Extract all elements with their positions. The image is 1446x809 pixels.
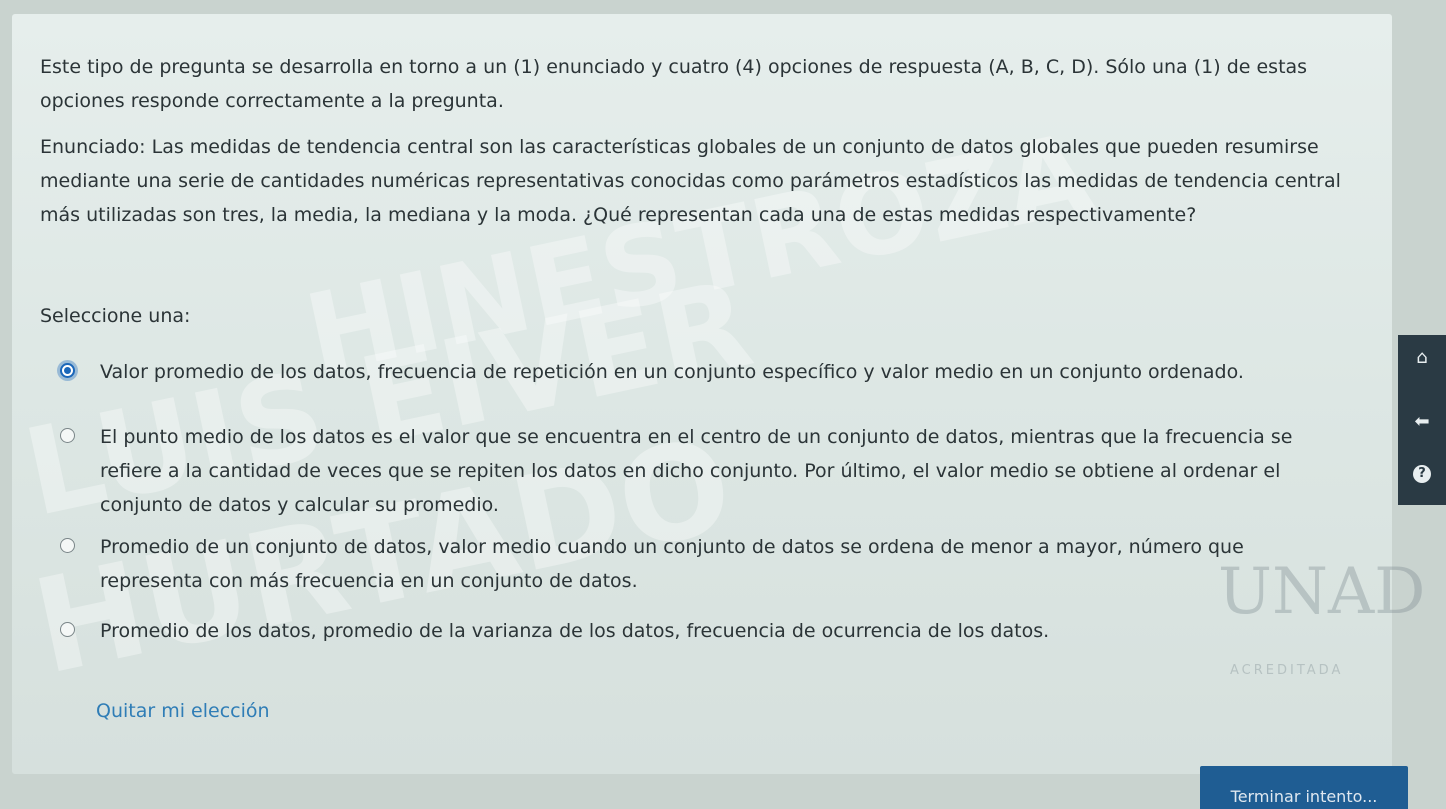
answer-option-label[interactable]: Promedio de los datos, promedio de la va… [100, 614, 1350, 648]
home-icon[interactable]: ⌂ [1398, 347, 1446, 368]
answer-option-label[interactable]: El punto medio de los datos es el valor … [100, 420, 1350, 522]
answer-option-label[interactable]: Valor promedio de los datos, frecuencia … [100, 355, 1350, 389]
question-statement: Enunciado: Las medidas de tendencia cent… [40, 136, 1341, 226]
answer-option-label[interactable]: Promedio de un conjunto de datos, valor … [100, 530, 1350, 598]
finish-attempt-button[interactable]: Terminar intento... [1200, 766, 1408, 809]
logo-subtitle: ACREDITADA [1230, 663, 1344, 678]
select-prompt: Seleccione una: [40, 305, 191, 327]
side-toolbar: ⌂ ⬅ ? [1398, 335, 1446, 505]
help-icon[interactable]: ? [1398, 461, 1446, 483]
radio-button[interactable] [60, 428, 75, 443]
question-instructions: Este tipo de pregunta se desarrolla en t… [40, 56, 1308, 112]
question-panel [12, 14, 1392, 774]
radio-button[interactable] [60, 622, 75, 637]
arrow-left-icon[interactable]: ⬅ [1398, 411, 1446, 432]
radio-button-selected[interactable] [60, 363, 75, 378]
clear-choice-link[interactable]: Quitar mi elección [96, 700, 270, 722]
radio-button[interactable] [60, 538, 75, 553]
